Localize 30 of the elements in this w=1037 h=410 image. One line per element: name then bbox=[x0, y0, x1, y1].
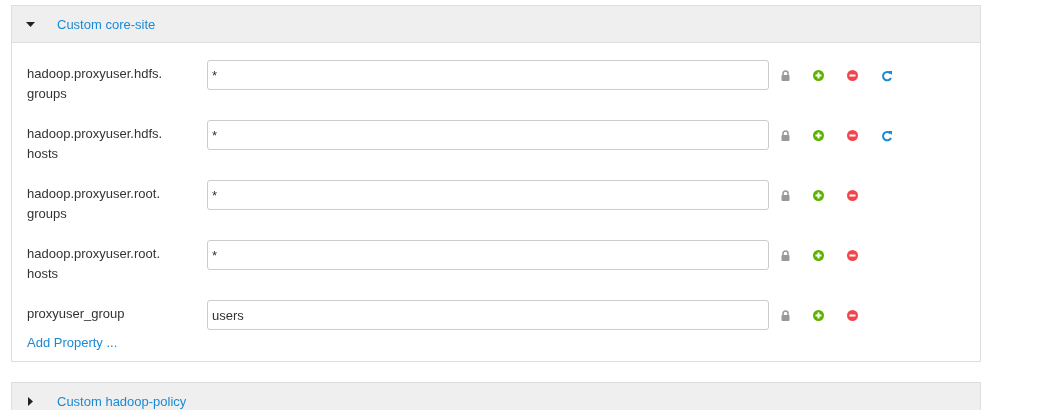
remove-icon[interactable] bbox=[847, 250, 858, 261]
add-property-link[interactable]: Add Property ... bbox=[27, 335, 965, 350]
add-icon[interactable] bbox=[813, 190, 824, 201]
add-icon[interactable] bbox=[813, 250, 824, 261]
property-name: proxyuser_group bbox=[27, 305, 126, 323]
property-value-field[interactable]: * bbox=[207, 120, 769, 150]
remove-icon[interactable] bbox=[847, 130, 858, 141]
property-name: hadoop.proxyuser.hdfs.groups bbox=[27, 65, 164, 103]
lock-icon bbox=[781, 190, 790, 201]
lock-icon bbox=[781, 70, 790, 81]
lock-icon bbox=[781, 130, 790, 141]
undo-icon[interactable] bbox=[881, 130, 893, 142]
remove-icon[interactable] bbox=[847, 310, 858, 321]
lock-icon bbox=[781, 250, 790, 261]
caret-down-icon bbox=[26, 19, 35, 29]
remove-icon[interactable] bbox=[847, 70, 858, 81]
add-icon[interactable] bbox=[813, 70, 824, 81]
add-icon[interactable] bbox=[813, 310, 824, 321]
remove-icon[interactable] bbox=[847, 190, 858, 201]
add-icon[interactable] bbox=[813, 130, 824, 141]
property-name: hadoop.proxyuser.root.hosts bbox=[27, 245, 161, 283]
lock-icon bbox=[781, 310, 790, 321]
property-value-field[interactable]: * bbox=[207, 240, 769, 270]
property-value-field[interactable]: users bbox=[207, 300, 769, 330]
property-name: hadoop.proxyuser.root.groups bbox=[27, 185, 161, 223]
caret-right-icon bbox=[26, 396, 35, 406]
property-name: hadoop.proxyuser.hdfs.hosts bbox=[27, 125, 164, 163]
property-value-field[interactable]: * bbox=[207, 60, 769, 90]
undo-icon[interactable] bbox=[881, 70, 893, 82]
property-value-field[interactable]: * bbox=[207, 180, 769, 210]
